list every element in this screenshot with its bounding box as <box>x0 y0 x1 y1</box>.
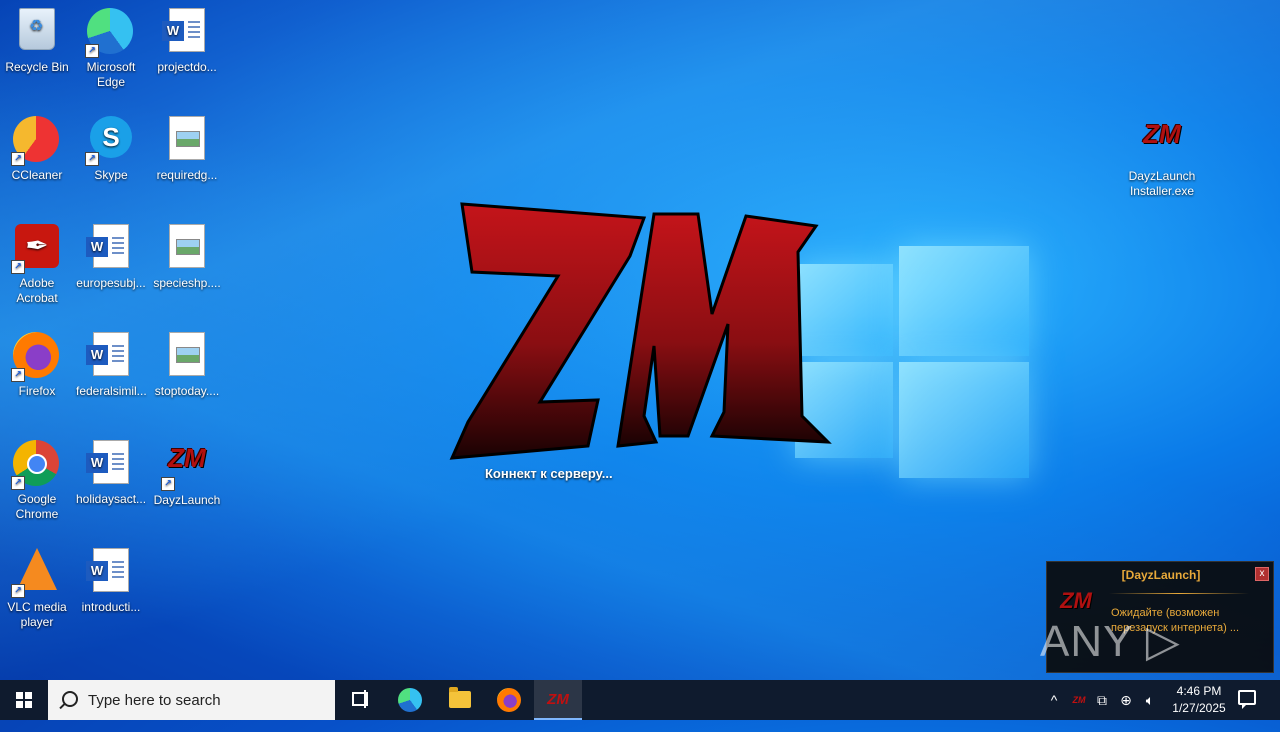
desktop-icon-image-file[interactable]: requiredg... <box>150 110 224 183</box>
desktop-icon-label: projectdo... <box>157 60 217 74</box>
desktop-icon-label: Skype <box>94 168 128 182</box>
desktop-icon-word-doc[interactable]: W europesubj... <box>74 218 148 291</box>
splash-status-text: Коннект к серверу... <box>485 466 613 481</box>
desktop-icon-dayzlaunch[interactable]: ZM ↗ DayzLaunch <box>150 434 224 508</box>
edge-icon <box>398 688 422 712</box>
desktop-icon-label: Recycle Bin <box>5 60 69 74</box>
shortcut-arrow-icon: ↗ <box>161 477 175 491</box>
firefox-icon <box>497 688 521 712</box>
desktop-icon-label: holidaysact... <box>76 492 147 506</box>
word-document-icon: W <box>86 332 129 376</box>
notification-title: [DayzLaunch] <box>1121 568 1201 582</box>
taskbar-firefox[interactable] <box>485 680 533 720</box>
desktop-icon-label: requiredg... <box>156 168 218 182</box>
desktop-icon-vlc[interactable]: ↗ VLC media player <box>0 542 74 630</box>
word-document-icon: W <box>86 548 129 592</box>
task-view-button[interactable] <box>336 680 384 720</box>
anyrun-watermark: ANY ▷ RUN <box>1040 617 1181 726</box>
image-file-icon <box>169 332 205 376</box>
shortcut-arrow-icon: ↗ <box>85 152 99 166</box>
shortcut-arrow-icon: ↗ <box>11 368 25 382</box>
word-document-icon: W <box>162 8 205 52</box>
desktop-icon-label: specieshp.... <box>153 276 221 290</box>
desktop-icon-image-file[interactable]: stoptoday.... <box>150 326 224 399</box>
recycle-bin-icon <box>19 8 55 50</box>
taskbar-clock[interactable]: 4:46 PM 1/27/2025 <box>1160 683 1238 717</box>
zm-logo-icon: ZM <box>547 691 569 708</box>
zm-tray-icon[interactable]: ZM <box>1068 680 1090 720</box>
clock-time: 4:46 PM <box>1176 684 1222 698</box>
taskbar-search-box[interactable]: Type here to search <box>48 680 335 720</box>
clock-date: 1/27/2025 <box>1172 701 1226 715</box>
desktop-icon-word-doc[interactable]: W introducti... <box>74 542 148 615</box>
zm-logo-icon: ZM <box>1143 119 1181 149</box>
task-view-icon <box>352 690 368 708</box>
desktop-icon-label: Adobe Acrobat <box>16 276 58 305</box>
taskbar: Type here to search ZM ^ ZM ⧉ ⊕ 🔈︎ 4:46 … <box>0 680 1280 720</box>
desktop-icon-adobe-acrobat[interactable]: ✒ ↗ Adobe Acrobat <box>0 218 74 306</box>
desktop-icon-label: DayzLaunch <box>153 493 221 507</box>
desktop-icon-word-doc[interactable]: W projectdo... <box>150 2 224 75</box>
image-file-icon <box>169 116 205 160</box>
start-button[interactable] <box>0 680 48 720</box>
desktop-icon-label: VLC media player <box>7 600 67 629</box>
word-document-icon: W <box>86 224 129 268</box>
chevron-up-icon[interactable]: ^ <box>1044 680 1064 720</box>
network-adapter-icon[interactable]: ⧉ <box>1092 680 1112 720</box>
desktop-icon-dayzlaunch-installer[interactable]: ZM DayzLaunch Installer.exe <box>1125 110 1199 199</box>
taskbar-edge[interactable] <box>386 680 434 720</box>
windows-logo-icon <box>16 692 32 708</box>
desktop-icon-skype[interactable]: S ↗ Skype <box>74 110 148 183</box>
action-center-icon[interactable] <box>1238 690 1256 709</box>
desktop-icon-recycle-bin[interactable]: Recycle Bin <box>0 2 74 75</box>
desktop-icon-label: DayzLaunch Installer.exe <box>1128 169 1196 198</box>
shortcut-arrow-icon: ↗ <box>11 584 25 598</box>
globe-icon[interactable]: ⊕ <box>1116 680 1136 720</box>
shortcut-arrow-icon: ↗ <box>85 44 99 58</box>
desktop-icon-word-doc[interactable]: W federalsimil... <box>74 326 148 399</box>
desktop-icon-firefox[interactable]: ↗ Firefox <box>0 326 74 399</box>
dayzlaunch-splash-logo <box>448 196 832 486</box>
desktop-icon-label: Google Chrome <box>15 492 59 521</box>
desktop-icon-label: CCleaner <box>11 168 63 182</box>
desktop-icon-google-chrome[interactable]: ↗ Google Chrome <box>0 434 74 522</box>
shortcut-arrow-icon: ↗ <box>11 476 25 490</box>
desktop-icon-ccleaner[interactable]: ↗ CCleaner <box>0 110 74 183</box>
desktop-icon-microsoft-edge[interactable]: ↗ Microsoft Edge <box>74 2 148 90</box>
desktop-icon-label: stoptoday.... <box>154 384 220 398</box>
close-icon[interactable]: x <box>1255 567 1269 581</box>
search-icon <box>62 691 78 707</box>
taskbar-dayzlaunch[interactable]: ZM <box>534 680 582 720</box>
zm-logo-icon: ZM <box>168 443 206 473</box>
shortcut-arrow-icon: ↗ <box>11 152 25 166</box>
taskbar-file-explorer[interactable] <box>436 680 484 720</box>
desktop-icon-label: Firefox <box>18 384 56 398</box>
notification-divider <box>1109 593 1249 594</box>
desktop-icon-label: Microsoft Edge <box>86 60 136 89</box>
desktop-icon-label: europesubj... <box>76 276 146 290</box>
desktop-icon-word-doc[interactable]: W holidaysact... <box>74 434 148 507</box>
desktop-icon-image-file[interactable]: specieshp.... <box>150 218 224 291</box>
volume-icon[interactable]: 🔈︎ <box>1140 680 1160 720</box>
image-file-icon <box>169 224 205 268</box>
desktop-icon-label: introducti... <box>81 600 141 614</box>
desktop-icon-label: federalsimil... <box>76 384 147 398</box>
search-placeholder: Type here to search <box>88 692 221 709</box>
shortcut-arrow-icon: ↗ <box>11 260 25 274</box>
word-document-icon: W <box>86 440 129 484</box>
folder-icon <box>449 687 471 708</box>
